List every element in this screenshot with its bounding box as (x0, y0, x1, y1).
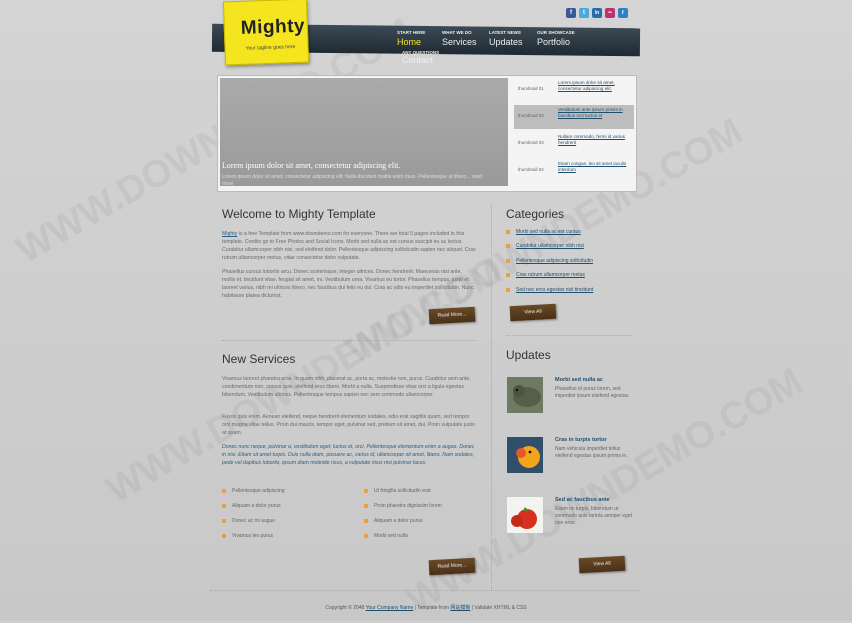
update-desc: Nam vehicula imperdiet tellus eleifend e… (555, 446, 628, 459)
services-list-item: Donec ac mi augue (222, 518, 275, 524)
services-paragraph-1: Vivamus laoreet pharetra eros. In quam n… (222, 376, 471, 398)
nav-portfolio-label: Portfolio (537, 37, 571, 47)
footer-divider (210, 590, 640, 591)
nav-contact-label: Contact (402, 55, 434, 65)
nav-services-label: Services (442, 37, 477, 47)
nav-portfolio-sub: OUR SHOWCASE (537, 30, 575, 35)
thumb-alt: thumbnail 02 (518, 113, 544, 118)
updates-title: Updates (506, 348, 551, 362)
divider (222, 340, 476, 341)
nav-home-label: Home (397, 37, 422, 47)
facebook-icon[interactable]: f (566, 8, 576, 18)
thumb-alt: thumbnail 03 (518, 140, 544, 145)
footer-mid: | Template from (413, 605, 451, 611)
thumb-caption[interactable]: Lorem ipsum dolor sit amet, consectetur … (558, 80, 632, 92)
footer-suffix: | Validate XHTML & CSS (470, 605, 527, 611)
welcome-paragraph-2: Phasellus cursus lobortis arcu. Donec sc… (222, 269, 474, 299)
tagline: Your tagline goes here (245, 43, 296, 52)
services-list-item: Pellentesque adipiscing (222, 488, 285, 494)
linkedin-icon[interactable]: in (592, 8, 602, 18)
thumb-alt: thumbnail 01 (518, 86, 544, 91)
slider-thumb[interactable]: thumbnail 04 Etiam congue, leo sit amet … (514, 159, 634, 183)
source-link[interactable]: 网站模板 (450, 605, 470, 611)
thumb-caption[interactable]: Vestibulum ante ipsum primis in faucibus… (558, 107, 632, 119)
nav-updates-label: Updates (489, 37, 523, 47)
nav-home[interactable]: START HERE Home (397, 30, 425, 47)
twitter-icon[interactable]: t (579, 8, 589, 18)
footer-prefix: Copyright © 2048 (325, 605, 366, 611)
divider (506, 335, 631, 336)
slider-thumb[interactable]: thumbnail 03 Nullam commodo, fermi id va… (514, 132, 634, 156)
slide-text: Lorem ipsum dolor sit amet, consectetur … (222, 174, 482, 187)
thumb-caption[interactable]: Nullam commodo, fermi id varius hendreri… (558, 134, 632, 146)
welcome-title: Welcome to Mighty Template (222, 207, 376, 221)
nav-home-sub: START HERE (397, 30, 426, 35)
thumb-alt: thumbnail 04 (518, 167, 544, 172)
category-link[interactable]: Sed nec eros egestas nisl tincidunt (506, 287, 593, 293)
logo-title: Mighty (240, 15, 306, 39)
column-divider (491, 205, 492, 590)
update-desc: Phasellus id purus lorem, sed imperdiet … (555, 386, 630, 399)
services-list-item: Morbi sed nulla (364, 533, 408, 539)
updates-view-all-button[interactable]: View All (578, 555, 626, 574)
services-list-item: Aliquam a dolor purus (364, 518, 423, 524)
logo[interactable]: Mighty Your tagline goes here (222, 0, 310, 66)
nav-updates-sub: LATEST NEWS (489, 30, 521, 35)
welcome-p1-text: is a free Template from www.downdemo.com… (222, 231, 476, 261)
thumb-caption[interactable]: Etiam congue, leo sit amet iaculis inter… (558, 161, 632, 173)
slider-thumb-selected[interactable]: thumbnail 02 Vestibulum ante ipsum primi… (514, 105, 634, 129)
nav-contact[interactable]: ANY QUESTIONS Contact (402, 50, 439, 65)
company-link[interactable]: Your Company Name (366, 605, 414, 611)
category-link[interactable]: Curabitur ullamcorper nibh nisi (506, 243, 584, 249)
categories-title: Categories (506, 207, 565, 221)
nav-portfolio[interactable]: OUR SHOWCASE Portfolio (537, 30, 575, 47)
categories-view-all-button[interactable]: View All (509, 303, 557, 322)
services-paragraph-3: Donec nunc neque, pulvinar a, vestibulum… (222, 444, 475, 466)
services-title: New Services (222, 352, 296, 366)
services-read-more-button[interactable]: Read More... (428, 557, 476, 576)
nav-updates[interactable]: LATEST NEWS Updates (489, 30, 523, 47)
services-list-item: Vivamus leo purus (222, 533, 273, 539)
services-list-item: Ut fringilla sollicitudin erat (364, 488, 431, 494)
tomato-photo[interactable] (507, 497, 543, 533)
flickr-icon[interactable]: •• (605, 8, 615, 18)
category-link[interactable]: Cras rutrum ullamcorper metus (506, 272, 585, 278)
update-title[interactable]: Sed ac faucibus ante (555, 497, 610, 503)
welcome-paragraph-1: Mighty is a free Template from www.downd… (222, 230, 476, 262)
category-link[interactable]: Pellentesque adipiscing sollicitudin (506, 258, 593, 264)
services-paragraph-2: Fusce quis enim. Aenean eleifend, neque … (222, 414, 475, 436)
parrot-photo[interactable] (507, 437, 543, 473)
mighty-link[interactable]: Mighty (222, 231, 237, 237)
update-title[interactable]: Cras in turpis tortor (555, 437, 607, 443)
slide-caption: Lorem ipsum dolor sit amet, consectetur … (222, 161, 401, 170)
nav-services[interactable]: WHAT WE DO Services (442, 30, 477, 47)
lizard-photo[interactable] (507, 377, 543, 413)
nav-services-sub: WHAT WE DO (442, 30, 472, 35)
update-desc: Etiam mi turpis, bibendum ut commodo qui… (555, 506, 632, 526)
slider-thumb[interactable]: thumbnail 01 Lorem ipsum dolor sit amet,… (514, 78, 634, 102)
welcome-read-more-button[interactable]: Read More... (428, 306, 476, 325)
update-title[interactable]: Morbi sed nulla ac (555, 377, 603, 383)
category-link[interactable]: Morbi sed nulla ac est cursus (506, 229, 581, 235)
footer: Copyright © 2048 Your Company Name | Tem… (0, 604, 852, 611)
rss-icon[interactable]: r (618, 8, 628, 18)
services-list-item: Proin pharetra dignissim lorem (364, 503, 442, 509)
services-list-item: Aliquam a dolor purus (222, 503, 281, 509)
